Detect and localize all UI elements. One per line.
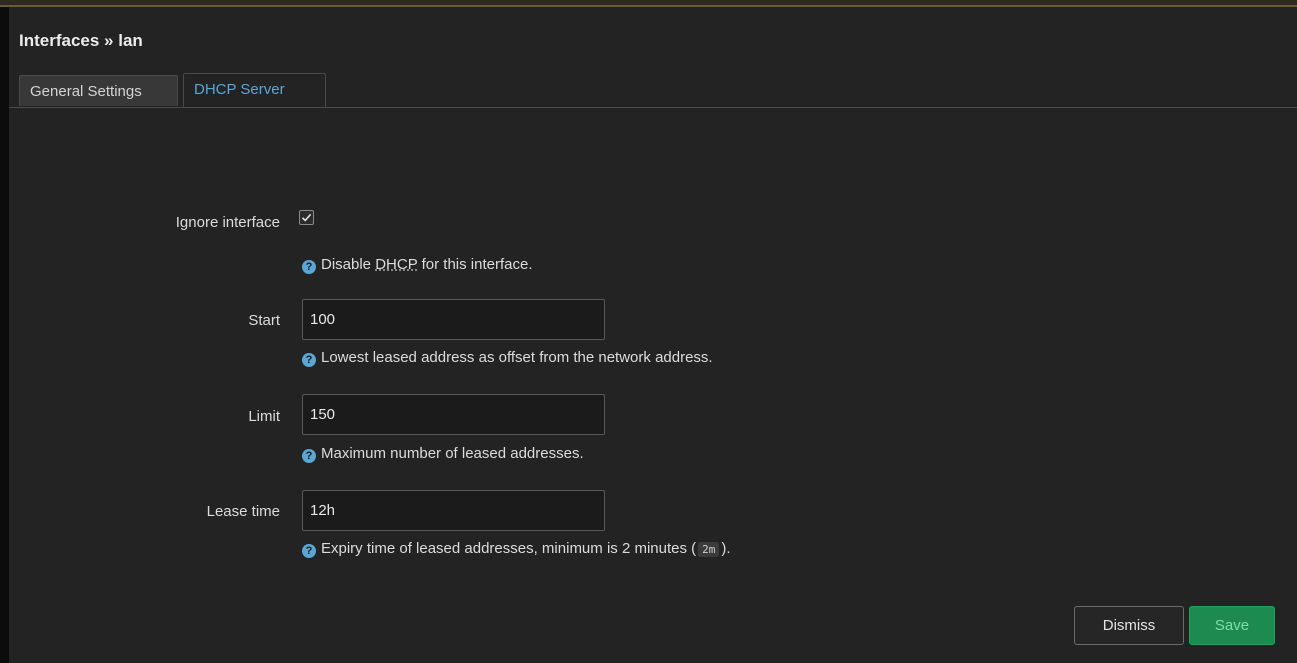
question-circle-icon: ?: [302, 544, 316, 558]
help-text: ).: [721, 540, 731, 557]
help-text: for this interface.: [417, 256, 533, 273]
check-icon: [301, 213, 312, 222]
modal-panel: Interfaces » lan General Settings DHCP S…: [9, 7, 1297, 663]
ignore-interface-checkbox[interactable]: [299, 210, 314, 225]
help-text: Disable: [321, 256, 376, 273]
save-button[interactable]: Save: [1189, 606, 1275, 645]
start-input[interactable]: [302, 299, 605, 340]
page-title: Interfaces » lan: [19, 31, 143, 50]
lease-time-input[interactable]: [302, 490, 605, 531]
ignore-interface-help: ? Disable DHCP for this interface.: [302, 256, 533, 274]
left-edge: [0, 7, 9, 663]
dismiss-button[interactable]: Dismiss: [1074, 606, 1184, 645]
help-text: Expiry time of leased addresses, minimum…: [321, 540, 697, 557]
question-circle-icon: ?: [302, 260, 316, 274]
start-help: ? Lowest leased address as offset from th…: [302, 349, 713, 367]
lease-time-help: ? Expiry time of leased addresses, minimu…: [302, 540, 731, 558]
start-label: Start: [248, 312, 280, 329]
tab-bar: General Settings DHCP Server: [9, 73, 1297, 108]
help-text: Maximum number of leased addresses.: [321, 445, 584, 462]
lease-time-label: Lease time: [206, 503, 280, 520]
question-circle-icon: ?: [302, 449, 316, 463]
tab-general-settings[interactable]: General Settings: [19, 75, 178, 106]
limit-input[interactable]: [302, 394, 605, 435]
dhcp-abbr: DHCP: [375, 256, 418, 273]
limit-help: ? Maximum number of leased addresses.: [302, 445, 584, 463]
ignore-interface-label: Ignore interface: [175, 214, 280, 231]
tab-dhcp-server[interactable]: DHCP Server: [183, 73, 326, 107]
limit-label: Limit: [248, 408, 280, 425]
help-text: Lowest leased address as offset from the…: [321, 349, 713, 366]
code-snippet: 2m: [698, 542, 720, 557]
question-circle-icon: ?: [302, 353, 316, 367]
